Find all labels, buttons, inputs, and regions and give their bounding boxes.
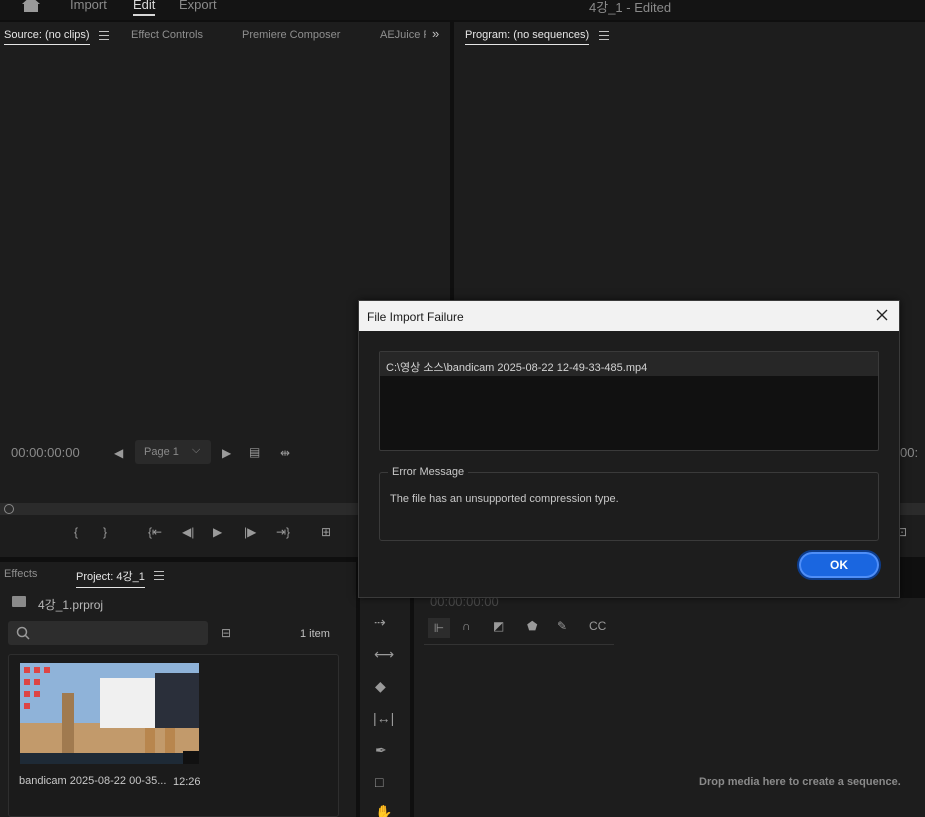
panel-menu-icon[interactable] — [154, 571, 164, 580]
tab-program-label: Program: (no sequences) — [465, 29, 590, 41]
error-message-group: Error Message The file has an unsupporte… — [379, 466, 879, 541]
panel-menu-icon[interactable] — [99, 31, 109, 40]
search-icon — [16, 626, 30, 640]
clip-duration: 12:26 — [173, 776, 201, 788]
program-timecode[interactable]: 00: — [900, 445, 918, 460]
ok-button[interactable]: OK — [797, 550, 881, 580]
captions-icon[interactable]: CC — [589, 619, 606, 633]
film-icon[interactable]: ▤ — [249, 445, 260, 459]
track-select-icon[interactable]: ⇢ — [374, 614, 386, 631]
next-page-icon[interactable]: ▶ — [222, 446, 231, 460]
mark-out-icon[interactable]: } — [103, 525, 107, 539]
drop-media-hint: Drop media here to create a sequence. — [699, 776, 901, 788]
mark-in-icon[interactable]: { — [74, 525, 78, 539]
tab-export[interactable]: Export — [179, 0, 217, 12]
pen-icon[interactable]: ✒ — [375, 742, 387, 759]
tab-effects[interactable]: Effects — [4, 568, 37, 580]
step-forward-icon[interactable]: |▶ — [244, 525, 256, 539]
snap-icon[interactable]: ⊩ — [428, 618, 450, 638]
project-panel-tabs: Effects Project: 4강_1 — [0, 562, 356, 588]
panel-menu-icon[interactable] — [599, 31, 609, 40]
error-message-legend: Error Message — [388, 466, 469, 478]
tab-import[interactable]: Import — [70, 0, 107, 12]
tab-source[interactable]: Source: (no clips) — [4, 29, 90, 45]
clip-thumbnail[interactable] — [20, 663, 199, 764]
hand-icon[interactable]: ✋ — [375, 804, 392, 817]
dialog-title-bar: File Import Failure — [359, 301, 899, 331]
rectangle-icon[interactable]: □ — [375, 774, 383, 790]
page-select-value: Page 1 — [144, 446, 179, 458]
play-icon[interactable]: ▶ — [213, 525, 222, 539]
tab-source-label: Source: (no clips) — [4, 29, 90, 41]
go-to-in-icon[interactable]: {⇤ — [148, 525, 162, 539]
file-import-failure-dialog: File Import Failure C:\영상 소스\bandicam 20… — [358, 300, 900, 598]
chevron-down-icon: ⌵ — [192, 444, 201, 456]
tab-project[interactable]: Project: 4강_1 — [76, 568, 145, 588]
project-folder-icon — [12, 596, 26, 607]
document-title: 4강_1 - Edited — [589, 0, 672, 15]
source-panel-tabs: Source: (no clips) Effect Controls Premi… — [0, 22, 450, 48]
file-path: C:\영상 소스\bandicam 2025-08-22 12-49-33-48… — [386, 362, 648, 374]
wrench-icon[interactable]: ✎ — [557, 619, 567, 633]
tools-panel: ⇢ ⟷ ◆ |↔| ✒ □ ✋ — [360, 598, 410, 817]
prev-page-icon[interactable]: ◀ — [114, 446, 123, 460]
page-select[interactable]: Page 1 ⌵ — [135, 440, 211, 464]
timeline-panel: 00:00:00:00 ⊩ ∩ ◩ ⬟ ✎ CC Drop media here… — [414, 594, 925, 817]
source-timecode[interactable]: 00:00:00:00 — [11, 445, 80, 460]
close-icon[interactable] — [875, 308, 889, 322]
workspace-bar: Import Edit Export 4강_1 - Edited — [0, 0, 925, 20]
new-bin-icon[interactable]: ⊟ — [221, 626, 231, 640]
razor-icon[interactable]: ◆ — [375, 678, 386, 695]
timeline-divider — [424, 644, 614, 645]
tab-effect-controls[interactable]: Effect Controls — [131, 29, 203, 41]
project-search-input[interactable] — [8, 621, 208, 645]
go-to-out-icon[interactable]: ⇥} — [276, 525, 290, 539]
tab-edit[interactable]: Edit — [133, 0, 156, 16]
slip-icon[interactable]: |↔| — [373, 710, 394, 726]
add-marker-icon[interactable]: ⬟ — [527, 619, 537, 633]
failed-file-list[interactable]: C:\영상 소스\bandicam 2025-08-22 12-49-33-48… — [379, 351, 879, 451]
dialog-title: File Import Failure — [367, 310, 464, 324]
linked-selection-icon[interactable]: ◩ — [493, 619, 504, 633]
playhead-handle[interactable] — [4, 504, 14, 514]
error-message-text: The file has an unsupported compression … — [390, 493, 619, 505]
insert-icon[interactable]: ⊞ — [321, 525, 331, 539]
project-file-name: 4강_1.prproj — [38, 598, 104, 612]
overflow-tabs-icon[interactable]: » — [432, 26, 439, 41]
program-panel-tabs: Program: (no sequences) — [454, 22, 925, 48]
ripple-edit-icon[interactable]: ⟷ — [374, 646, 394, 663]
tab-aejuice[interactable]: AEJuice P — [380, 29, 426, 41]
clip-name: bandicam 2025-08-22 00-35... — [19, 775, 167, 787]
tab-premiere-composer[interactable]: Premiere Composer — [242, 29, 340, 41]
tab-project-label: Project: 4강_1 — [76, 571, 145, 583]
magnet-icon[interactable]: ∩ — [462, 619, 471, 633]
step-back-icon[interactable]: ◀| — [182, 525, 194, 539]
tab-program[interactable]: Program: (no sequences) — [465, 29, 590, 45]
item-count: 1 item — [300, 628, 330, 640]
home-icon[interactable] — [20, 0, 42, 12]
list-item[interactable]: C:\영상 소스\bandicam 2025-08-22 12-49-33-48… — [380, 352, 878, 376]
drag-audio-icon[interactable]: ⇹ — [280, 446, 290, 460]
thumbnail-image — [20, 663, 199, 764]
